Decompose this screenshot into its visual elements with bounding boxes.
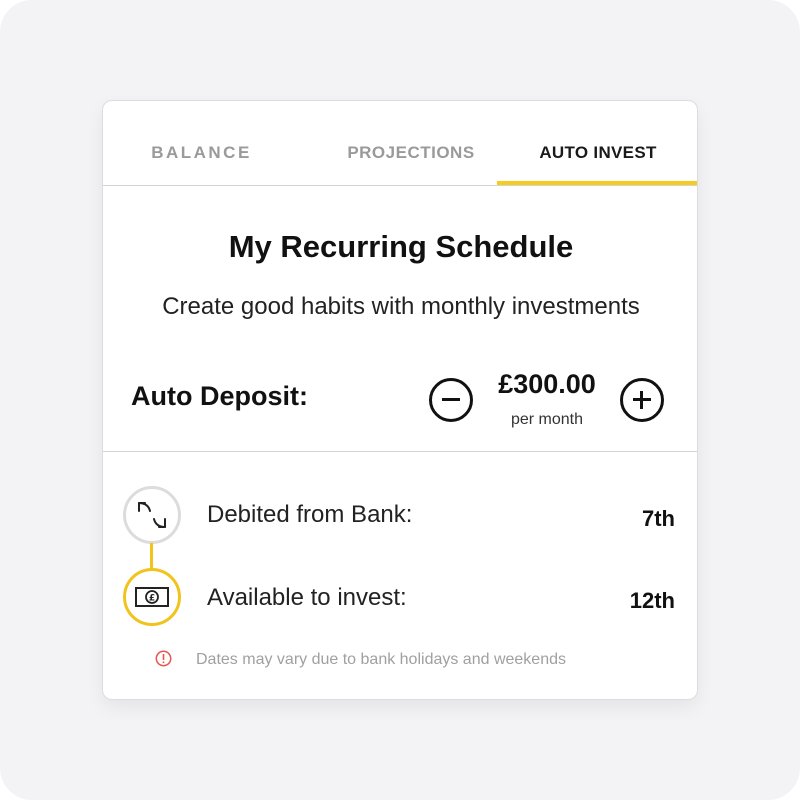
exchange-arrows-icon bbox=[123, 486, 181, 544]
available-to-invest-label: Available to invest: bbox=[207, 584, 407, 611]
pound-banknote-icon: £ bbox=[123, 568, 181, 626]
increase-amount-button[interactable] bbox=[620, 378, 664, 422]
debited-from-bank-label: Debited from Bank: bbox=[207, 501, 413, 528]
deposit-period: per month bbox=[510, 411, 584, 428]
tab-auto-invest[interactable]: AUTO INVEST bbox=[497, 101, 697, 185]
auto-invest-card: BALANCE PROJECTIONS AUTO INVEST My Recur… bbox=[102, 100, 698, 700]
active-tab-indicator bbox=[497, 181, 697, 185]
available-date-value: 12th bbox=[629, 588, 675, 613]
tab-projections[interactable]: PROJECTIONS bbox=[313, 101, 509, 185]
minus-circle-icon bbox=[442, 398, 460, 401]
step-connector-line bbox=[150, 543, 153, 569]
schedule-title: My Recurring Schedule bbox=[228, 229, 574, 264]
tab-bar: BALANCE PROJECTIONS AUTO INVEST bbox=[103, 101, 697, 186]
decrease-amount-button[interactable] bbox=[429, 378, 473, 422]
debited-date-value: 7th bbox=[642, 506, 675, 531]
auto-deposit-label: Auto Deposit: bbox=[131, 381, 308, 411]
dates-disclaimer: Dates may vary due to bank holidays and … bbox=[196, 651, 566, 668]
svg-text:£: £ bbox=[149, 594, 155, 604]
background-frame: BALANCE PROJECTIONS AUTO INVEST My Recur… bbox=[0, 0, 800, 800]
deposit-amount: £300.00 bbox=[498, 369, 596, 399]
tab-balance[interactable]: BALANCE bbox=[103, 101, 300, 185]
schedule-subtitle: Create good habits with monthly investme… bbox=[162, 293, 640, 320]
warning-icon bbox=[155, 650, 172, 667]
section-divider bbox=[103, 451, 697, 452]
